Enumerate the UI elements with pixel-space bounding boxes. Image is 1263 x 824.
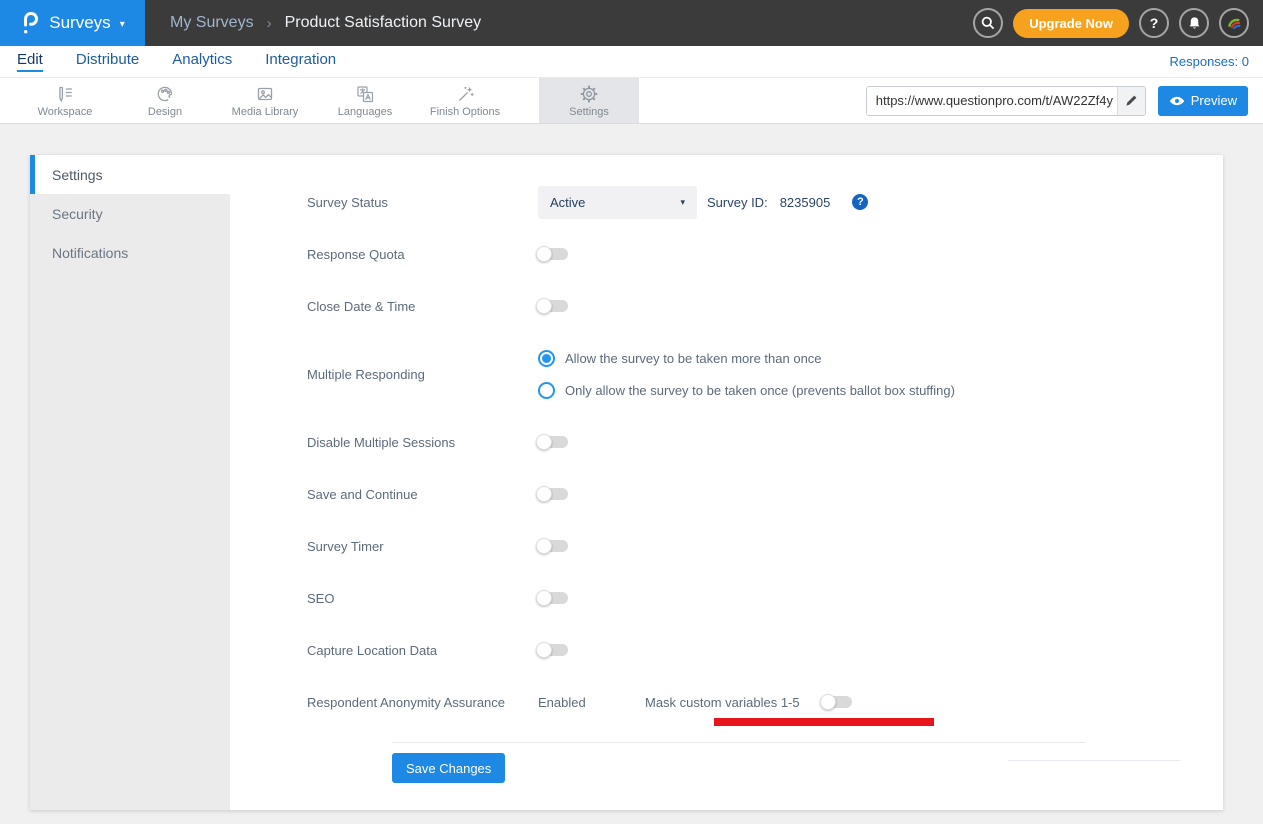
radio-only-once[interactable]	[538, 382, 555, 399]
workspace-icon	[55, 84, 75, 104]
multiple-responding-options: Allow the survey to be taken more than o…	[538, 342, 955, 406]
tab-analytics[interactable]: Analytics	[172, 51, 232, 72]
main-area: Settings Security Notifications Survey S…	[0, 124, 1263, 824]
survey-id-value: 8235905	[780, 195, 831, 210]
close-date-time-label: Close Date & Time	[307, 299, 538, 314]
survey-timer-toggle[interactable]	[538, 540, 568, 552]
survey-status-select[interactable]: Active ▾	[538, 186, 697, 219]
questionpro-logo-icon	[20, 10, 40, 36]
toolbar-tab-workspace[interactable]: Workspace	[15, 78, 115, 123]
toolbar-tab-finish-options[interactable]: Finish Options	[415, 78, 515, 123]
anonymity-status: Enabled	[538, 695, 645, 710]
disable-multiple-sessions-row: Disable Multiple Sessions	[307, 426, 1223, 458]
seo-row: SEO	[307, 582, 1223, 614]
survey-timer-label: Survey Timer	[307, 539, 538, 554]
survey-timer-row: Survey Timer	[307, 530, 1223, 562]
radio-option-multiple: Allow the survey to be taken more than o…	[538, 342, 955, 374]
disable-multiple-sessions-toggle[interactable]	[538, 436, 568, 448]
toolbar-tab-settings[interactable]: Settings	[539, 78, 639, 123]
question-mark-icon: ?	[1150, 15, 1159, 31]
breadcrumb-separator-icon: ›	[267, 15, 272, 32]
mask-custom-variables-label: Mask custom variables 1-5	[645, 695, 822, 710]
mask-custom-variables-toggle[interactable]	[822, 696, 852, 708]
survey-url-input[interactable]	[867, 87, 1117, 115]
magic-wand-icon	[455, 84, 475, 104]
close-date-time-row: Close Date & Time	[307, 290, 1223, 322]
palette-icon	[155, 84, 175, 104]
tab-edit[interactable]: Edit	[17, 51, 43, 72]
toolbar-tab-languages[interactable]: Languages	[315, 78, 415, 123]
toolbar-tab-media-library[interactable]: Media Library	[215, 78, 315, 123]
toolbar-tab-design[interactable]: Design	[115, 78, 215, 123]
sidebar-item-notifications[interactable]: Notifications	[30, 233, 230, 272]
pencil-icon	[1125, 94, 1138, 107]
response-quota-label: Response Quota	[307, 247, 538, 262]
toolbar-right: Preview	[866, 78, 1263, 123]
breadcrumb-my-surveys[interactable]: My Surveys	[170, 14, 254, 32]
avatar-logo-icon	[1226, 15, 1243, 32]
preview-label: Preview	[1191, 93, 1237, 108]
close-date-time-toggle[interactable]	[538, 300, 568, 312]
radio-allow-more-than-once[interactable]	[538, 350, 555, 367]
capture-location-data-label: Capture Location Data	[307, 643, 538, 658]
chevron-down-icon: ▾	[680, 197, 685, 208]
tab-distribute[interactable]: Distribute	[76, 51, 139, 72]
section-nav: Edit Distribute Analytics Integration Re…	[0, 46, 1263, 78]
capture-location-data-row: Capture Location Data	[307, 634, 1223, 666]
settings-card: Settings Security Notifications Survey S…	[30, 155, 1223, 810]
annotation-red-underline	[714, 718, 934, 726]
response-quota-toggle[interactable]	[538, 248, 568, 260]
multiple-responding-label: Multiple Responding	[307, 342, 538, 406]
form-divider	[392, 742, 1085, 743]
image-icon	[255, 84, 275, 104]
upgrade-now-button[interactable]: Upgrade Now	[1013, 9, 1129, 38]
settings-form: Survey Status Active ▾ Survey ID: 823590…	[230, 155, 1223, 810]
search-button[interactable]	[973, 8, 1003, 38]
response-quota-row: Response Quota	[307, 238, 1223, 270]
seo-label: SEO	[307, 591, 538, 606]
save-and-continue-row: Save and Continue	[307, 478, 1223, 510]
respondent-anonymity-row: Respondent Anonymity Assurance Enabled M…	[307, 686, 1223, 718]
product-switcher[interactable]: Surveys ▾	[0, 0, 145, 46]
survey-status-label: Survey Status	[307, 195, 538, 210]
capture-location-data-toggle[interactable]	[538, 644, 568, 656]
survey-status-row: Survey Status Active ▾ Survey ID: 823590…	[307, 186, 1223, 218]
save-and-continue-toggle[interactable]	[538, 488, 568, 500]
settings-sidebar: Settings Security Notifications	[30, 155, 230, 810]
edit-toolbar: Workspace Design Media Library	[0, 78, 1263, 124]
survey-id-help-icon[interactable]: ?	[852, 194, 868, 210]
preview-button[interactable]: Preview	[1158, 86, 1248, 116]
respondent-anonymity-label: Respondent Anonymity Assurance	[307, 695, 538, 710]
topbar-actions: Upgrade Now ?	[973, 8, 1249, 38]
search-icon	[980, 15, 996, 31]
breadcrumb: My Surveys › Product Satisfaction Survey	[170, 14, 481, 32]
gear-icon	[579, 84, 599, 104]
secondary-divider	[1008, 760, 1180, 761]
chevron-down-icon: ▾	[120, 19, 125, 30]
disable-multiple-sessions-label: Disable Multiple Sessions	[307, 435, 538, 450]
responses-count[interactable]: Responses: 0	[1170, 54, 1250, 69]
save-and-continue-label: Save and Continue	[307, 487, 538, 502]
survey-url-field	[866, 86, 1146, 116]
survey-id-label: Survey ID:	[707, 195, 768, 210]
seo-toggle[interactable]	[538, 592, 568, 604]
notifications-button[interactable]	[1179, 8, 1209, 38]
top-bar: Surveys ▾ My Surveys › Product Satisfact…	[0, 0, 1263, 46]
save-changes-button[interactable]: Save Changes	[392, 753, 505, 783]
tab-integration[interactable]: Integration	[265, 51, 336, 72]
bell-icon	[1187, 16, 1202, 31]
multiple-responding-row: Multiple Responding Allow the survey to …	[307, 342, 1223, 406]
translate-icon	[355, 84, 375, 104]
breadcrumb-survey-title: Product Satisfaction Survey	[285, 14, 482, 32]
survey-status-value: Active	[550, 195, 585, 210]
edit-url-button[interactable]	[1117, 87, 1145, 115]
eye-icon	[1169, 96, 1185, 106]
radio-option-once: Only allow the survey to be taken once (…	[538, 374, 955, 406]
help-button[interactable]: ?	[1139, 8, 1169, 38]
sidebar-item-settings[interactable]: Settings	[30, 155, 230, 194]
avatar[interactable]	[1219, 8, 1249, 38]
product-name: Surveys	[49, 13, 110, 33]
sidebar-item-security[interactable]: Security	[30, 194, 230, 233]
